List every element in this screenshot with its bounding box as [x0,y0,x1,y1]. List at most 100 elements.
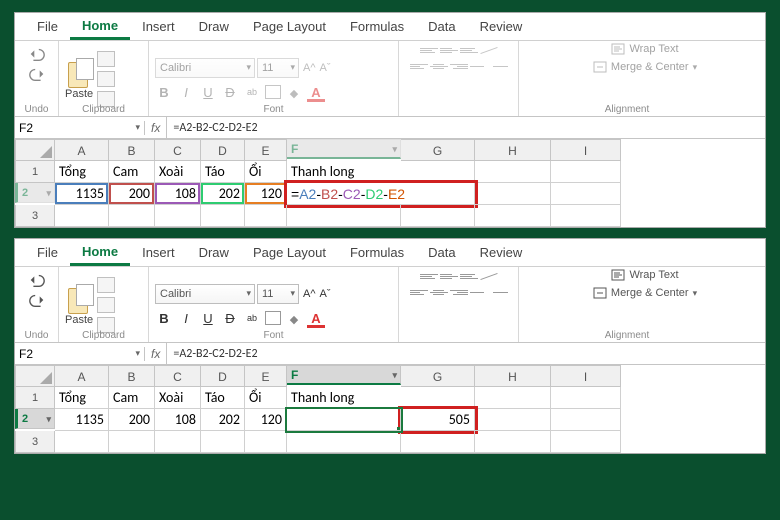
paste-button[interactable]: Paste [65,284,93,326]
cell-a3[interactable] [55,205,109,227]
cell-c1[interactable]: Xoài [155,387,201,409]
row-header-2[interactable]: 2 [15,183,55,203]
cell-a3[interactable] [55,431,109,453]
paste-button[interactable]: Paste [65,58,93,100]
tab-data[interactable]: Data [416,241,467,264]
align-middle-button[interactable] [440,43,458,57]
cell-h2[interactable] [475,409,551,431]
align-left-button[interactable] [410,59,428,73]
align-top-button[interactable] [420,43,438,57]
cell-e1[interactable]: Ổi [245,387,287,409]
row-header-1[interactable]: 1 [15,387,55,409]
col-header-g[interactable]: G [401,365,475,387]
merge-center-button[interactable]: Merge & Center ▾ [593,287,697,299]
font-size-select[interactable]: 11 [257,58,299,78]
align-right-button[interactable] [450,59,468,73]
cell-f2-editing[interactable]: =A2-B2-C2-D2-E2 [287,183,475,205]
cell-d3[interactable] [201,205,245,227]
cell-i3[interactable] [551,205,621,227]
col-header-i[interactable]: I [551,365,621,387]
col-header-h[interactable]: H [475,139,551,161]
col-header-d[interactable]: D [201,365,245,387]
tab-draw[interactable]: Draw [187,241,241,264]
formula-input[interactable]: =A2-B2-C2-D2-E2 [167,121,765,135]
font-color-button[interactable]: A [307,311,325,326]
cell-h1[interactable] [475,161,551,183]
tab-home[interactable]: Home [70,240,130,266]
col-header-b[interactable]: B [109,139,155,161]
subscript-button[interactable]: ab [243,87,261,97]
tab-page-layout[interactable]: Page Layout [241,241,338,264]
indent-left-button[interactable] [470,59,488,73]
cell-b3[interactable] [109,431,155,453]
cell-d3[interactable] [201,431,245,453]
orientation-button[interactable] [480,43,498,57]
align-top-button[interactable] [420,269,438,283]
cell-f1[interactable]: Thanh long [287,387,475,409]
shrink-font-icon[interactable]: Aˇ [320,62,331,74]
cell-c2[interactable]: 108 [155,409,201,431]
italic-button[interactable]: I [177,311,195,326]
underline-button[interactable]: U [199,85,217,100]
cell-d1[interactable]: Táo [201,387,245,409]
cell-e1[interactable]: Ổi [245,161,287,183]
tab-file[interactable]: File [25,15,70,38]
cell-a2[interactable]: 1135 [55,409,109,431]
cell-e2[interactable]: 120 [245,409,287,431]
indent-right-button[interactable] [490,59,508,73]
align-center-button[interactable] [430,59,448,73]
underline-button[interactable]: U [199,311,217,326]
grow-font-icon[interactable]: A^ [303,288,316,300]
col-header-g[interactable]: G [401,139,475,161]
cell-d2[interactable]: 202 [201,409,245,431]
shrink-font-icon[interactable]: Aˇ [320,288,331,300]
col-header-b[interactable]: B [109,365,155,387]
name-box[interactable]: F2 [15,347,145,361]
col-header-h[interactable]: H [475,365,551,387]
tab-formulas[interactable]: Formulas [338,15,416,38]
cell-c2[interactable]: 108 [155,183,201,205]
tab-review[interactable]: Review [468,241,535,264]
cell-b1[interactable]: Cam [109,387,155,409]
indent-right-button[interactable] [490,285,508,299]
bold-button[interactable]: B [155,311,173,326]
wrap-text-button[interactable]: Wrap Text [611,269,678,281]
cell-b3[interactable] [109,205,155,227]
row-header-3[interactable]: 3 [15,431,55,453]
tab-home[interactable]: Home [70,14,130,40]
cell-c1[interactable]: Xoài [155,161,201,183]
fx-icon[interactable]: fx [145,117,167,138]
cell-e3[interactable] [245,431,287,453]
col-header-e[interactable]: E [245,365,287,387]
cell-h1[interactable] [475,387,551,409]
align-middle-button[interactable] [440,269,458,283]
align-bottom-button[interactable] [460,43,478,57]
grow-font-icon[interactable]: A^ [303,62,316,74]
align-center-button[interactable] [430,285,448,299]
border-button[interactable] [265,85,281,99]
cut-button[interactable] [97,51,115,67]
font-name-select[interactable]: Calibri [155,58,255,78]
col-header-d[interactable]: D [201,139,245,161]
wrap-text-button[interactable]: Wrap Text [611,43,678,55]
tab-page-layout[interactable]: Page Layout [241,15,338,38]
tab-formulas[interactable]: Formulas [338,241,416,264]
undo-icon[interactable] [28,47,46,61]
cell-e2[interactable]: 120 [245,183,287,205]
cell-h3[interactable] [475,205,551,227]
col-header-f[interactable]: F [287,365,401,385]
tab-review[interactable]: Review [468,15,535,38]
tab-insert[interactable]: Insert [130,15,187,38]
cell-f2[interactable] [287,409,401,431]
formula-input[interactable]: =A2-B2-C2-D2-E2 [167,347,765,361]
align-bottom-button[interactable] [460,269,478,283]
subscript-button[interactable]: ab [243,313,261,323]
col-header-i[interactable]: I [551,139,621,161]
tab-draw[interactable]: Draw [187,15,241,38]
cell-f3[interactable] [287,205,401,227]
col-header-a[interactable]: A [55,139,109,161]
row-header-2[interactable]: 2 [15,409,55,429]
align-right-button[interactable] [450,285,468,299]
col-header-c[interactable]: C [155,139,201,161]
fx-icon[interactable]: fx [145,343,167,364]
